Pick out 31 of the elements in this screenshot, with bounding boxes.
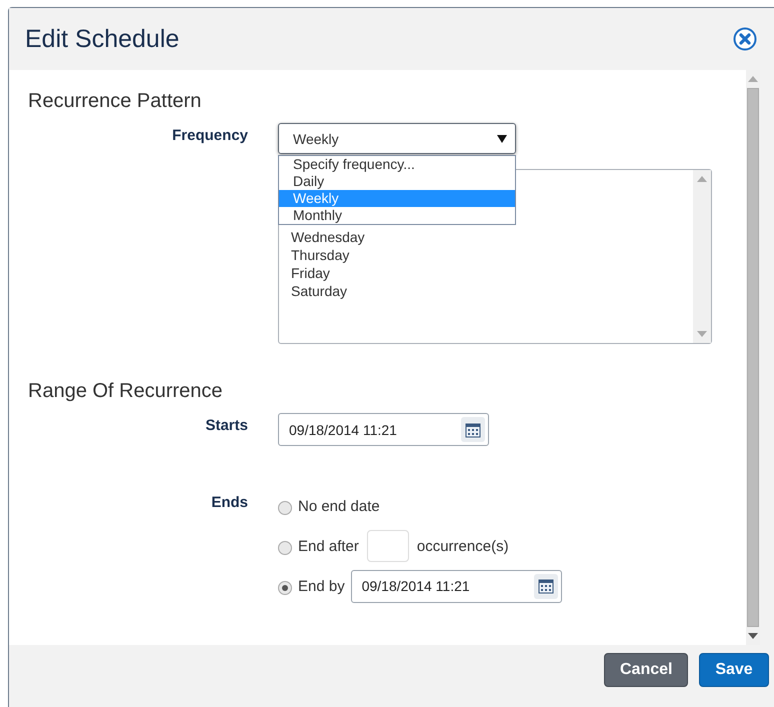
option-label: End after — [298, 538, 359, 554]
scrollbar[interactable] — [693, 170, 711, 343]
radio-button[interactable] — [278, 581, 292, 595]
dialog-title: Edit Schedule — [25, 24, 180, 54]
radio-button[interactable] — [278, 541, 292, 555]
section-heading: Range Of Recurrence — [28, 380, 224, 403]
list-item[interactable]: Saturday — [291, 282, 693, 300]
list-item[interactable]: Friday — [291, 264, 693, 282]
save-button[interactable]: Save — [699, 652, 769, 686]
cancel-button[interactable]: Cancel — [604, 652, 688, 686]
list-item[interactable]: Wednesday — [291, 228, 693, 246]
radio-button[interactable] — [278, 501, 292, 515]
calendar-icon[interactable] — [534, 574, 558, 598]
menu-item[interactable]: Monthly — [279, 207, 515, 224]
input-field[interactable] — [366, 530, 409, 562]
option-label: No end date — [298, 498, 380, 514]
option-label: occurrence(s) — [416, 538, 509, 554]
section-heading: Recurrence Pattern — [28, 90, 202, 113]
menu-item[interactable]: Daily — [279, 173, 515, 190]
dropdown-menu[interactable]: Specify frequency... Daily Weekly Monthly — [278, 155, 516, 225]
option-label: End by — [298, 578, 345, 594]
field-label: Ends — [210, 493, 248, 513]
date-field[interactable]: 09/18/2014 11:21 — [350, 570, 562, 602]
calendar-icon[interactable] — [461, 417, 485, 442]
close-icon[interactable] — [733, 27, 757, 51]
field-label: Starts — [204, 416, 248, 436]
list-item[interactable]: Thursday — [291, 246, 693, 264]
caret-icon — [497, 134, 507, 142]
frequency-select[interactable]: Weekly — [278, 123, 516, 154]
date-field[interactable]: 09/18/2014 11:21 — [278, 413, 489, 446]
field-label: Frequency — [171, 126, 248, 146]
